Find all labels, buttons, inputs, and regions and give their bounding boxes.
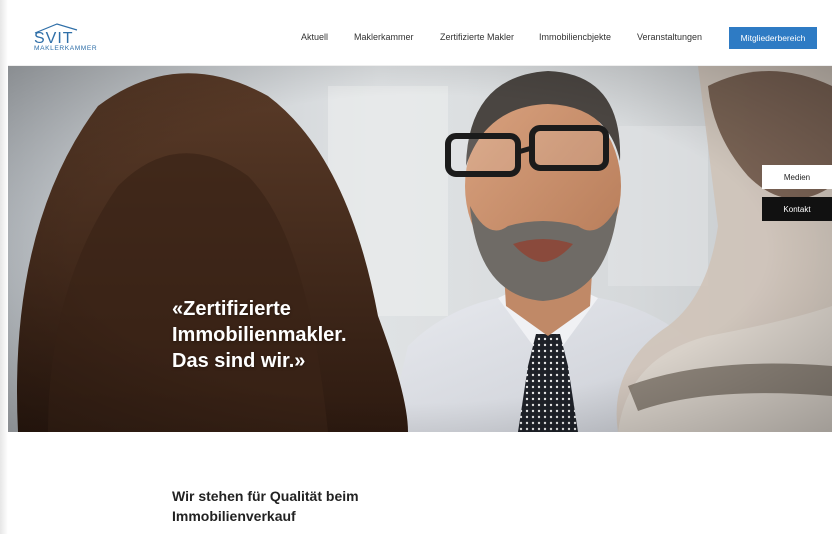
section-heading-line-1: Wir stehen für Qualität beim [172, 488, 359, 504]
member-area-button[interactable]: Mitgliederbereich [729, 27, 817, 49]
section-heading-line-2: Immobilienverkauf [172, 508, 296, 524]
nav-item-immobilienobjekte[interactable]: Immobiliencbjekte [539, 32, 611, 43]
section-heading: Wir stehen für Qualität beim Immobilienv… [172, 486, 359, 526]
site-header: SVIT MAKLERKAMMER Aktuell Maklerkammer Z… [8, 8, 832, 66]
left-edge-shadow [0, 0, 8, 534]
hero-photo [8, 66, 832, 432]
kontakt-side-button[interactable]: Kontakt [762, 197, 832, 221]
nav-item-maklerkammer[interactable]: Maklerkammer [354, 32, 414, 43]
main-nav: Aktuell Maklerkammer Zertifizierte Makle… [8, 8, 832, 66]
hero-banner: «Zertifizierte Immobilienmakler. Das sin… [8, 66, 832, 432]
nav-item-aktuell[interactable]: Aktuell [301, 32, 328, 43]
medien-side-button[interactable]: Medien [762, 165, 832, 189]
nav-item-veranstaltungen[interactable]: Veranstaltungen [637, 32, 702, 43]
page: SVIT MAKLERKAMMER Aktuell Maklerkammer Z… [0, 0, 832, 534]
hero-title-line-3: Das sind wir.» [172, 350, 306, 372]
hero-title-line-1: «Zertifizierte [172, 298, 291, 320]
nav-item-zertifizierte-makler[interactable]: Zertifizierte Makler [440, 32, 514, 43]
hero-title-line-2: Immobilienmakler. [172, 324, 347, 346]
hero-title: «Zertifizierte Immobilienmakler. Das sin… [172, 296, 347, 374]
